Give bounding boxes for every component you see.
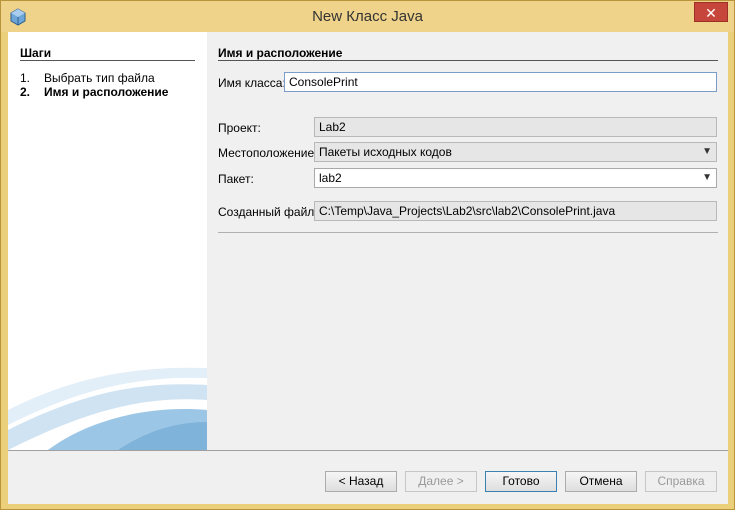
dialog-window: New Класс Java ✕ Шаги 1. Выбрать тип файл… [0, 0, 735, 510]
package-combo-value: lab2 [319, 171, 342, 185]
finish-button[interactable]: Готово [485, 471, 557, 492]
class-name-input[interactable]: ConsolePrint [284, 72, 717, 92]
next-button[interactable]: Далее > [405, 471, 477, 492]
content-panel: Имя и расположение Имя класса: ConsolePr… [207, 32, 728, 450]
step-item-1: 1. Выбрать тип файла [20, 71, 155, 85]
chevron-down-icon[interactable]: ▼ [702, 146, 712, 157]
package-combo[interactable]: lab2 ▼ [314, 168, 717, 188]
created-file-label: Созданный файл: [218, 205, 318, 219]
steps-panel: Шаги 1. Выбрать тип файла 2. Имя и располо… [8, 32, 207, 450]
footer-divider [8, 450, 728, 451]
steps-divider [20, 60, 195, 61]
window-title: New Класс Java [312, 8, 423, 25]
section-title: Имя и расположение [218, 46, 343, 60]
cancel-button[interactable]: Отмена [565, 471, 637, 492]
package-label: Пакет: [218, 172, 254, 186]
step-label: Выбрать тип файла [44, 71, 155, 85]
location-select-value: Пакеты исходных кодов [319, 145, 452, 159]
location-select[interactable]: Пакеты исходных кодов ▼ [314, 142, 717, 162]
location-label: Местоположение: [218, 146, 318, 160]
step-number: 1. [20, 71, 31, 85]
section-divider [218, 60, 718, 61]
dialog-client-area: Шаги 1. Выбрать тип файла 2. Имя и располо… [8, 32, 728, 504]
chevron-down-icon[interactable]: ▼ [702, 172, 712, 183]
step-number: 2. [20, 85, 31, 99]
project-label: Проект: [218, 121, 261, 135]
decorative-swoosh-graphic [8, 367, 207, 450]
created-file-field: C:\Temp\Java_Projects\Lab2\src\lab2\Cons… [314, 201, 717, 221]
project-field: Lab2 [314, 117, 717, 137]
help-button[interactable]: Справка [645, 471, 717, 492]
steps-title: Шаги [20, 46, 52, 60]
class-name-label: Имя класса: [218, 76, 286, 90]
step-item-2: 2. Имя и расположение [20, 85, 168, 99]
title-bar[interactable]: New Класс Java ✕ [1, 1, 734, 32]
close-button[interactable]: ✕ [694, 2, 728, 22]
form-divider [218, 232, 718, 233]
back-button[interactable]: < Назад [325, 471, 397, 492]
step-label: Имя и расположение [44, 85, 169, 99]
